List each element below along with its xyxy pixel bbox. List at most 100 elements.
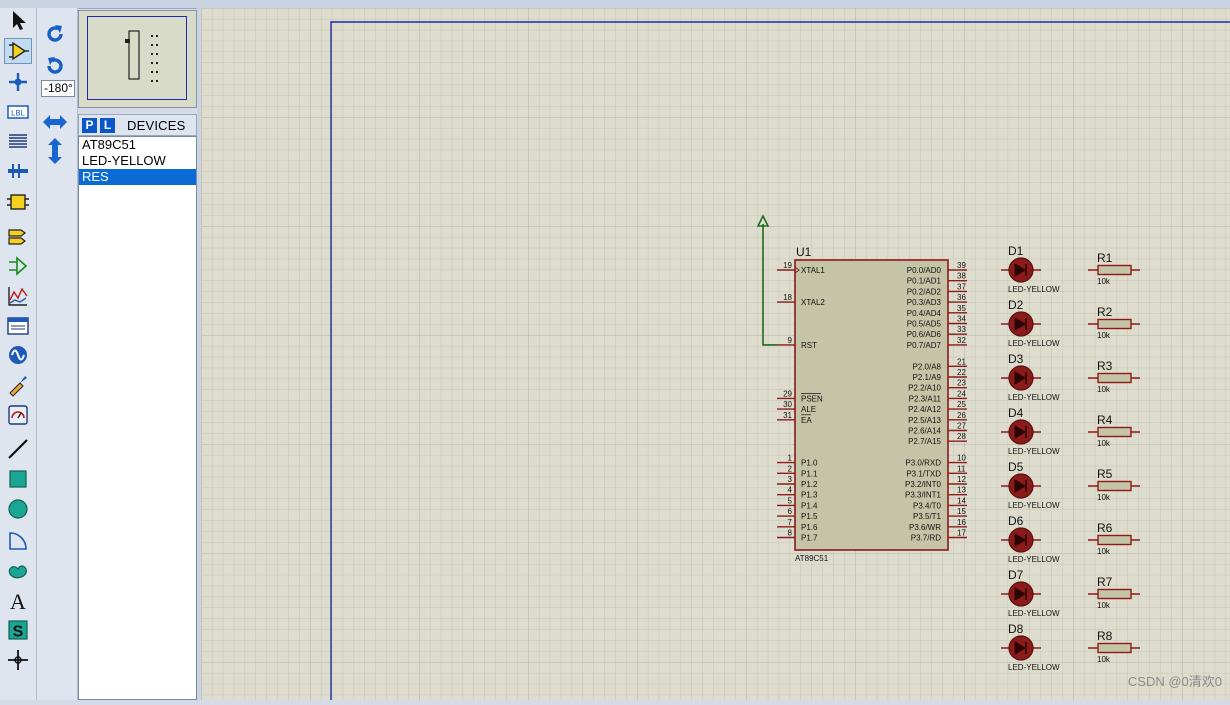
subcircuit-tool-button[interactable]	[4, 189, 32, 215]
chip-pin-number: 29	[783, 389, 792, 398]
bus-tool-button[interactable]	[4, 158, 32, 184]
chip-pin-name: P1.7	[801, 534, 818, 543]
chip-pin-name: XTAL1	[801, 266, 825, 275]
chip-pin-name: P2.4/A12	[908, 405, 941, 414]
resistor-ref: R7	[1097, 575, 1113, 589]
library-manager-button[interactable]: L	[100, 117, 115, 133]
box-icon	[9, 470, 27, 488]
schematic-canvas[interactable]: U1 AT89C51 19 XTAL1 18 XTAL2 9 RST 29 PSEN 30 ALE 31…	[201, 8, 1230, 700]
chip-pin-name: P1.2	[801, 480, 818, 489]
arc-tool-button[interactable]	[4, 527, 32, 553]
rotate-anticlockwise-icon	[47, 57, 63, 74]
resistor-value: 10k	[1097, 385, 1111, 394]
text-tool-button[interactable]: A	[4, 587, 32, 613]
chip-pin-name: P0.7/AD7	[907, 341, 942, 350]
junction-dot-icon	[9, 73, 27, 91]
selection-arrow-icon	[13, 11, 26, 30]
led-ref: D3	[1008, 352, 1024, 366]
schematic-drawing[interactable]: U1AT89C5119XTAL118XTAL29RST29PSEN30ALE31…	[201, 8, 1230, 700]
closed-path-tool-button[interactable]	[4, 557, 32, 583]
led-value: LED-YELLOW	[1008, 447, 1060, 456]
component-mode-icon	[9, 41, 29, 61]
mirror-horizontal-button[interactable]	[41, 109, 69, 135]
chip-pin-number: 18	[783, 293, 792, 302]
chip-pin-number: 27	[957, 422, 966, 431]
chip-pin-number: 11	[957, 464, 966, 473]
text-script-icon	[9, 134, 27, 148]
led-value: LED-YELLOW	[1008, 609, 1060, 618]
chip-pin-name: P2.5/A13	[908, 416, 941, 425]
chip-pin-number: 19	[783, 261, 792, 270]
chip-pin-name: P2.0/A8	[913, 362, 942, 371]
led-ref: D4	[1008, 406, 1024, 420]
text-script-tool-button[interactable]	[4, 128, 32, 154]
virtual-instrument-tool-button[interactable]	[4, 402, 32, 428]
grid-major	[201, 8, 1230, 700]
marker-tool-button[interactable]	[4, 647, 32, 673]
chip-pin-number: 10	[957, 454, 966, 463]
chip-pin-number: 15	[957, 507, 966, 516]
mirror-vertical-button[interactable]	[41, 138, 69, 164]
symbol-tool-button[interactable]: S	[4, 617, 32, 643]
led-ref: D1	[1008, 244, 1024, 258]
box-tool-button[interactable]	[4, 466, 32, 492]
junction-dot-tool-button[interactable]	[4, 69, 32, 95]
chip-pin-name: RST	[801, 341, 817, 350]
tape-recorder-tool-button[interactable]	[4, 313, 32, 339]
chip-pin-number: 36	[957, 293, 966, 302]
resistor-body	[1097, 264, 1132, 276]
chip-pin-name: P1.1	[801, 469, 818, 478]
pick-devices-button[interactable]: P	[82, 117, 97, 133]
device-list-item[interactable]: AT89C51	[79, 137, 196, 153]
resistor-value: 10k	[1097, 277, 1111, 286]
chip-pin-number: 7	[788, 518, 793, 527]
device-list-item[interactable]: LED-YELLOW	[79, 153, 196, 169]
chip-pin-name: P0.3/AD3	[907, 298, 942, 307]
terminals-tool-button[interactable]	[4, 223, 32, 249]
chip-pin-name: P1.5	[801, 512, 818, 521]
subcircuit-icon	[7, 194, 29, 210]
resistor-ref: R4	[1097, 413, 1113, 427]
chip-pin-number: 21	[957, 357, 966, 366]
rotation-angle-field[interactable]: -180°	[41, 80, 75, 97]
selection-arrow-tool-button[interactable]	[4, 7, 32, 33]
device-list-item[interactable]: RES	[79, 169, 196, 185]
chip-pin-name: P0.1/AD1	[907, 277, 942, 286]
led-value: LED-YELLOW	[1008, 393, 1060, 402]
circle-tool-button[interactable]	[4, 496, 32, 522]
chip-pin-number: 1	[788, 454, 793, 463]
rotate-anticlockwise-button[interactable]	[41, 53, 69, 79]
chip-pin-number: 6	[788, 507, 793, 516]
devices-title: DEVICES	[127, 117, 186, 133]
device-pins-tool-button[interactable]	[4, 253, 32, 279]
resistor-body	[1097, 534, 1132, 546]
tape-recorder-icon	[7, 317, 29, 335]
led-ref: D6	[1008, 514, 1024, 528]
resistor-value: 10k	[1097, 655, 1111, 664]
overview-preview-panel[interactable]	[78, 10, 197, 108]
chip-u1[interactable]: U1AT89C5119XTAL118XTAL29RST29PSEN30ALE31…	[777, 245, 967, 563]
resistor-value: 10k	[1097, 331, 1111, 340]
led-ref: D8	[1008, 622, 1024, 636]
led-value: LED-YELLOW	[1008, 339, 1060, 348]
generator-tool-button[interactable]	[4, 342, 32, 368]
voltage-probe-tool-button[interactable]	[4, 372, 32, 398]
chip-pin-number: 12	[957, 475, 966, 484]
device-list[interactable]: AT89C51 LED-YELLOW RES	[78, 136, 197, 700]
chip-pin-name: P2.6/A14	[908, 427, 941, 436]
resistor-body	[1097, 426, 1132, 438]
watermark: CSDN @0清欢0	[1127, 674, 1222, 689]
preview-thumbnail	[125, 30, 158, 82]
led-ref: D5	[1008, 460, 1024, 474]
component-mode-tool-button[interactable]	[4, 38, 32, 64]
chip-pin-number: 35	[957, 304, 966, 313]
wire-label-tool-button[interactable]: LBL	[4, 99, 32, 125]
closed-path-icon	[8, 565, 27, 579]
chip-pin-number: 32	[957, 336, 966, 345]
graph-tool-button[interactable]	[4, 283, 32, 309]
rotate-clockwise-button[interactable]	[41, 21, 69, 47]
chip-pin-number: 33	[957, 325, 966, 334]
line-tool-button[interactable]	[4, 436, 32, 462]
chip-pin-number: 30	[783, 400, 792, 409]
arc-icon	[9, 532, 27, 550]
